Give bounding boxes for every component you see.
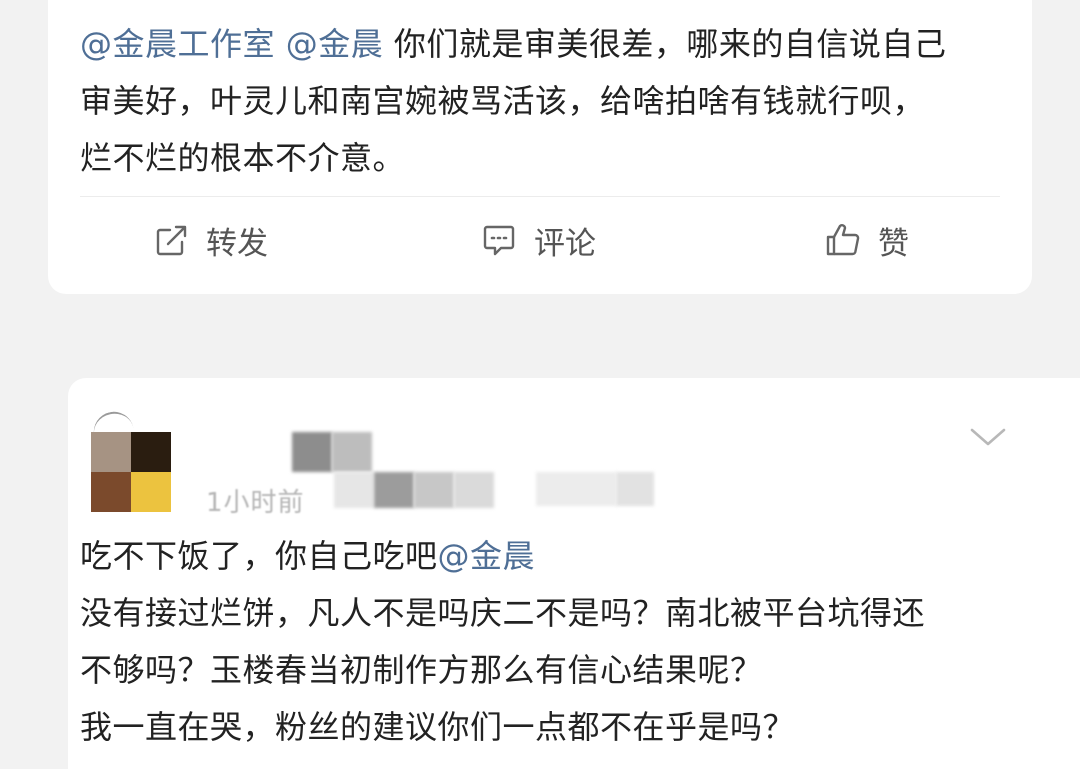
post-line-1: @金晨工作室 @金晨 你们就是审美很差，哪来的自信说自己 [80, 16, 1020, 73]
username-censored[interactable] [292, 432, 332, 472]
avatar-pixel [91, 432, 131, 472]
comment-body: 吃不下饭了，你自己吃吧@金晨 没有接过烂饼，凡人不是吗庆二不是吗？南北被平台坑得… [80, 528, 1040, 756]
repost-label: 转发 [206, 225, 268, 262]
comment-icon [483, 225, 515, 256]
like-label: 赞 [878, 225, 909, 262]
metadata-censored [374, 472, 414, 508]
post-body: @金晨工作室 @金晨 你们就是审美很差，哪来的自信说自己 审美好，叶灵儿和南宫婉… [80, 16, 1020, 187]
avatar-pixel [131, 472, 171, 512]
comment-line-3: 不够吗？玉楼春当初制作方那么有信心结果呢？ [80, 651, 763, 689]
chevron-down-icon[interactable] [968, 422, 1008, 452]
comment-button[interactable]: 评论 [480, 212, 596, 268]
share-icon [156, 225, 187, 256]
metadata-censored [536, 472, 616, 506]
avatar-pixel [131, 432, 171, 472]
comment-timestamp: 1小时前 [206, 488, 305, 518]
metadata-censored [454, 472, 494, 508]
repost-button[interactable]: 转发 [152, 212, 268, 268]
comment-line-1-text: 吃不下饭了，你自己吃吧 [80, 537, 438, 575]
username-censored [332, 432, 372, 472]
avatar-pixel [91, 472, 131, 512]
mention-link[interactable]: @金晨工作室 [80, 25, 275, 63]
like-button[interactable]: 赞 [824, 212, 909, 268]
metadata-censored [414, 472, 454, 508]
feed-separator [0, 294, 1080, 378]
comment-line-1: 吃不下饭了，你自己吃吧@金晨 [80, 528, 1040, 585]
mention-link[interactable]: @金晨 [286, 25, 384, 63]
post-line-1-text: 你们就是审美很差，哪来的自信说自己 [393, 25, 947, 63]
post-line-2: 审美好，叶灵儿和南宫婉被骂活该，给啥拍啥有钱就行呗， [80, 82, 926, 120]
metadata-censored [334, 472, 374, 508]
comment-label: 评论 [534, 225, 596, 262]
thumbs-up-icon [826, 224, 860, 256]
divider [80, 196, 1000, 197]
comment-line-2: 没有接过烂饼，凡人不是吗庆二不是吗？南北被平台坑得还 [80, 594, 926, 632]
mention-link[interactable]: @金晨 [438, 537, 536, 575]
metadata-censored [616, 472, 654, 506]
comment-line-4: 我一直在哭，粉丝的建议你们一点都不在乎是吗？ [80, 708, 796, 746]
post-line-3: 烂不烂的根本不介意。 [80, 139, 406, 177]
avatar[interactable] [91, 432, 171, 512]
